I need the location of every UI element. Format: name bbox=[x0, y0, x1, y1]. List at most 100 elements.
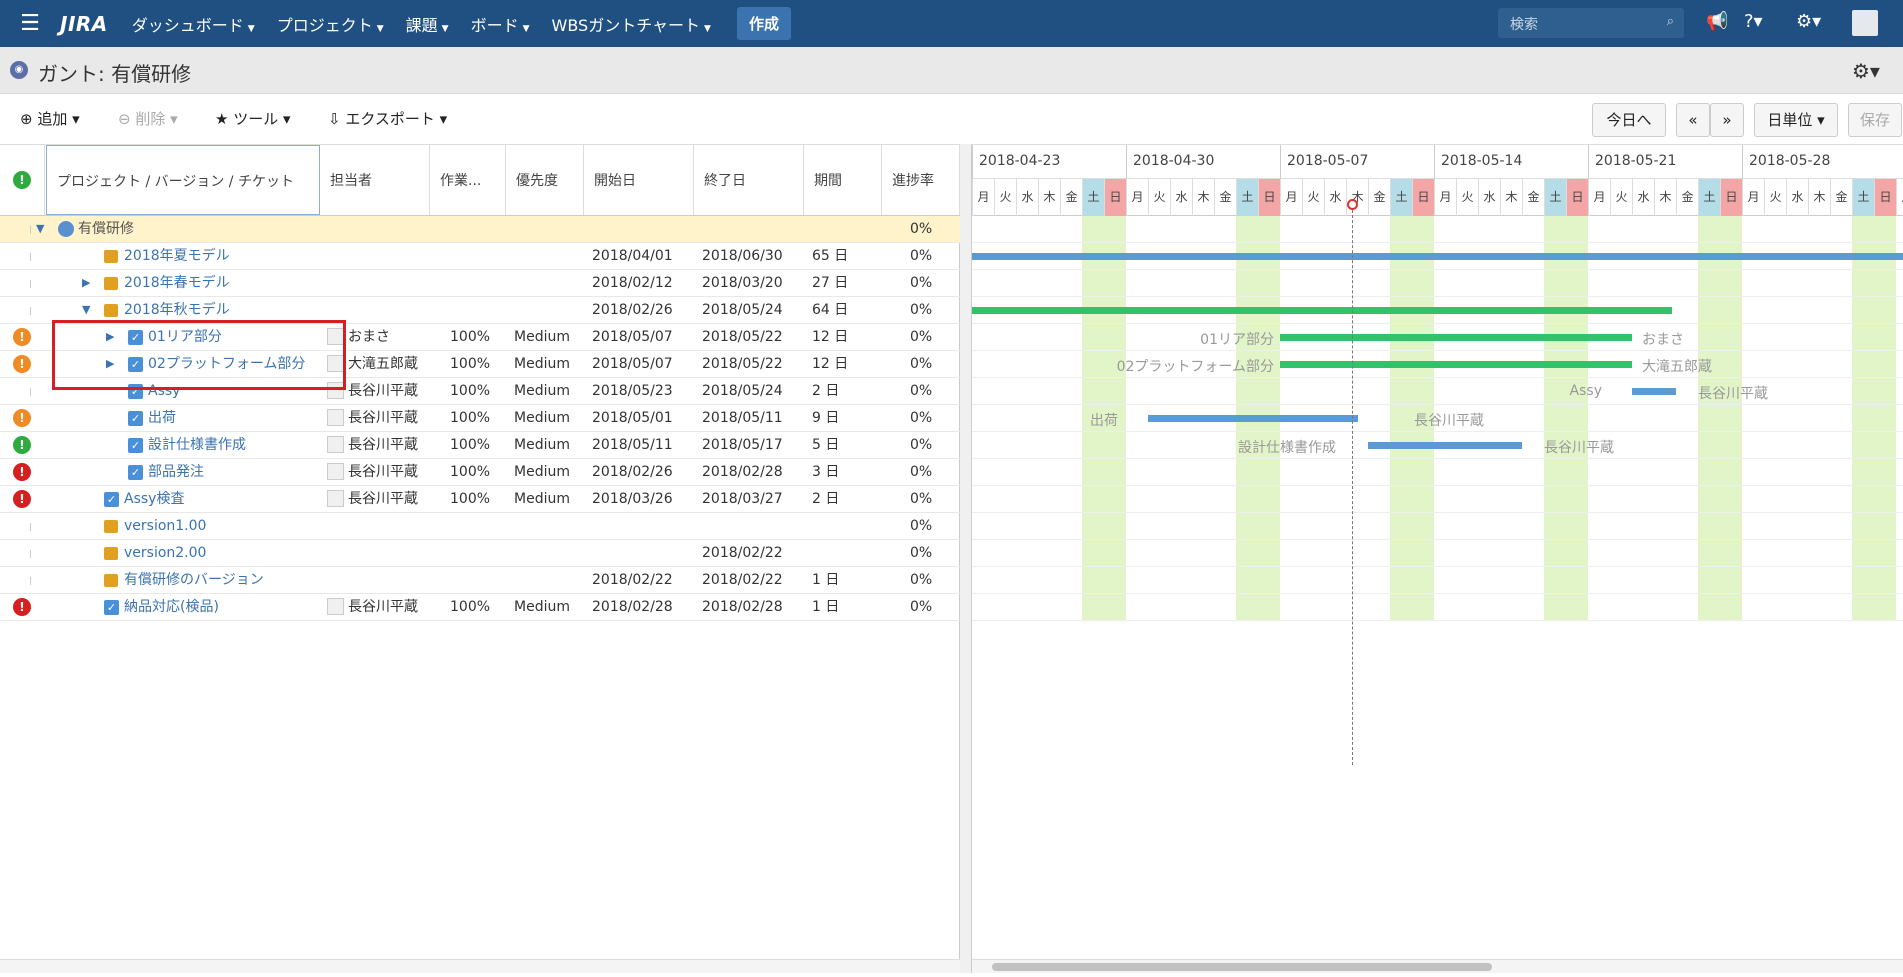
row-name: 有償研修 bbox=[78, 221, 134, 237]
table-row[interactable]: version2.00 2018/02/22 0% bbox=[0, 540, 960, 567]
version-bar[interactable] bbox=[1632, 388, 1676, 395]
row-handle-icon[interactable] bbox=[30, 280, 31, 288]
row-handle-icon[interactable] bbox=[30, 577, 31, 585]
unit-select[interactable]: 日単位 ▾ bbox=[1754, 103, 1838, 137]
megaphone-icon[interactable]: 📢 bbox=[1706, 11, 1728, 32]
version-bar[interactable] bbox=[1368, 442, 1522, 449]
next-button[interactable]: » bbox=[1710, 103, 1744, 137]
cell-progress: 0% bbox=[910, 221, 933, 237]
prev-button[interactable]: « bbox=[1676, 103, 1710, 137]
table-row[interactable]: 2018年夏モデル 2018/04/01 2018/06/30 65 日 0% bbox=[0, 243, 960, 270]
cell-work: 100% bbox=[450, 383, 491, 399]
column-header-progress[interactable]: 進捗率 bbox=[882, 145, 960, 215]
row-handle-icon[interactable] bbox=[30, 226, 31, 234]
day-label: 木 bbox=[1808, 179, 1830, 216]
cell-progress: 0% bbox=[910, 572, 933, 588]
settings-icon[interactable]: ⚙▾ bbox=[1796, 11, 1821, 32]
row-name[interactable]: 部品発注 bbox=[148, 459, 318, 486]
error-status-icon: ! bbox=[13, 598, 31, 616]
cell-dur: 12 日 bbox=[812, 329, 849, 345]
expand-icon[interactable]: ▶ bbox=[82, 276, 90, 289]
cell-end: 2018/02/28 bbox=[702, 464, 783, 480]
row-name[interactable]: 出荷 bbox=[148, 405, 318, 432]
export-button[interactable]: ⇩ エクスポート ▾ bbox=[328, 108, 447, 129]
row-handle-icon[interactable] bbox=[30, 253, 31, 261]
row-name[interactable]: 設計仕様書作成 bbox=[148, 432, 318, 459]
row-name[interactable]: 納品対応(検品) bbox=[124, 594, 318, 621]
table-row[interactable]: ▶ 2018年春モデル 2018/02/12 2018/03/20 27 日 0% bbox=[0, 270, 960, 297]
task-bar[interactable] bbox=[1280, 334, 1632, 341]
day-label: 月 bbox=[1742, 179, 1764, 216]
menu-icon[interactable]: ☰ bbox=[0, 11, 60, 36]
row-name[interactable]: 2018年春モデル bbox=[124, 270, 318, 297]
row-name[interactable]: version1.00 bbox=[124, 513, 318, 540]
column-header-assignee[interactable]: 担当者 bbox=[320, 145, 430, 215]
help-icon[interactable]: ?▾ bbox=[1744, 11, 1763, 32]
save-button[interactable]: 保存 bbox=[1848, 103, 1902, 137]
row-handle-icon[interactable] bbox=[30, 307, 31, 315]
week-header: 2018-04-23 2018-04-30 2018-05-07 2018-05-14… bbox=[972, 144, 1903, 180]
column-header-priority[interactable]: 優先度 bbox=[506, 145, 584, 215]
row-handle-icon[interactable] bbox=[30, 550, 31, 558]
nav-dashboard[interactable]: ダッシュボード ▼ bbox=[132, 12, 255, 36]
search-input[interactable]: 検索 ⌕ bbox=[1498, 8, 1684, 38]
task-bar[interactable] bbox=[972, 307, 1672, 314]
table-row[interactable]: ▼ 有償研修 0% bbox=[0, 216, 960, 243]
add-button[interactable]: ⊕ 追加 ▾ bbox=[20, 108, 80, 129]
bar-label: おまさ bbox=[1642, 332, 1684, 348]
version-bar[interactable] bbox=[1148, 415, 1358, 422]
table-row[interactable]: version1.00 0% bbox=[0, 513, 960, 540]
collapse-icon[interactable]: ▼ bbox=[36, 222, 44, 235]
nav-issues[interactable]: 課題 ▼ bbox=[406, 12, 449, 36]
table-row[interactable]: ! ✓ 設計仕様書作成 長谷川平蔵 100% Medium 2018/05/11 2018/0… bbox=[0, 432, 960, 459]
day-label: 月 bbox=[1588, 179, 1610, 216]
column-header-start[interactable]: 開始日 bbox=[584, 145, 694, 215]
version-bar[interactable] bbox=[972, 253, 1903, 260]
gear-icon[interactable]: ⚙▾ bbox=[1852, 59, 1880, 83]
jira-logo[interactable]: JIRA bbox=[60, 12, 108, 36]
user-avatar[interactable] bbox=[1852, 10, 1878, 36]
row-name[interactable]: 有償研修のバージョン bbox=[124, 567, 318, 594]
pane-splitter[interactable] bbox=[960, 144, 972, 973]
day-label: 金 bbox=[1214, 179, 1236, 216]
gantt-horizontal-scrollbar[interactable] bbox=[972, 959, 1903, 973]
row-handle-icon[interactable] bbox=[30, 523, 31, 531]
row-handle-icon[interactable] bbox=[30, 388, 31, 396]
table-row[interactable]: 有償研修のバージョン 2018/02/22 2018/02/22 1 日 0% bbox=[0, 567, 960, 594]
week-label: 2018-05-07 bbox=[1280, 145, 1434, 180]
task-bar[interactable] bbox=[1280, 361, 1632, 368]
cell-assignee: 長谷川平蔵 bbox=[348, 599, 418, 615]
nav-boards[interactable]: ボード ▼ bbox=[471, 12, 530, 36]
row-name[interactable]: 2018年夏モデル bbox=[124, 243, 318, 270]
day-label: 日 bbox=[1258, 179, 1280, 216]
table-row[interactable]: ! ✓ 納品対応(検品) 長谷川平蔵 100% Medium 2018/02/28 2018/… bbox=[0, 594, 960, 621]
row-name[interactable]: Assy検査 bbox=[124, 486, 318, 513]
day-label: 金 bbox=[1522, 179, 1544, 216]
cell-assignee: 長谷川平蔵 bbox=[348, 464, 418, 480]
create-button[interactable]: 作成 bbox=[736, 7, 791, 40]
nav-projects[interactable]: プロジェクト ▼ bbox=[277, 12, 384, 36]
row-name[interactable]: version2.00 bbox=[124, 540, 318, 567]
tools-button[interactable]: ★ ツール ▾ bbox=[215, 108, 291, 129]
warning-status-icon: ! bbox=[13, 328, 31, 346]
delete-button[interactable]: ⊖ 削除 ▾ bbox=[118, 108, 178, 129]
day-label: 木 bbox=[1038, 179, 1060, 216]
project-icon bbox=[58, 221, 74, 237]
cell-dur: 9 日 bbox=[812, 410, 840, 426]
table-row[interactable]: ! ✓ Assy検査 長谷川平蔵 100% Medium 2018/03/26 2018/03… bbox=[0, 486, 960, 513]
column-header-name[interactable]: プロジェクト / バージョン / チケット bbox=[46, 145, 320, 215]
table-row[interactable]: ! ✓ 部品発注 長谷川平蔵 100% Medium 2018/02/26 2018/02/2… bbox=[0, 459, 960, 486]
ok-status-icon: ! bbox=[13, 171, 31, 189]
table-row[interactable]: ! ✓ 出荷 長谷川平蔵 100% Medium 2018/05/01 2018/05/11 9… bbox=[0, 405, 960, 432]
bar-label: 設計仕様書作成 bbox=[1238, 440, 1336, 456]
column-header-work[interactable]: 作業... bbox=[430, 145, 506, 215]
grid-horizontal-scrollbar[interactable] bbox=[0, 959, 960, 973]
cell-priority: Medium bbox=[514, 491, 570, 507]
scrollbar-thumb[interactable] bbox=[992, 963, 1492, 971]
collapse-icon[interactable]: ▼ bbox=[82, 303, 90, 316]
top-navigation: ☰ JIRA ダッシュボード ▼ プロジェクト ▼ 課題 ▼ ボード ▼ WBSガントチ… bbox=[0, 0, 1903, 47]
nav-wbs-gantt[interactable]: WBSガントチャート ▼ bbox=[552, 12, 711, 36]
column-header-end[interactable]: 終了日 bbox=[694, 145, 804, 215]
column-header-duration[interactable]: 期間 bbox=[804, 145, 882, 215]
today-button[interactable]: 今日へ bbox=[1592, 103, 1666, 137]
